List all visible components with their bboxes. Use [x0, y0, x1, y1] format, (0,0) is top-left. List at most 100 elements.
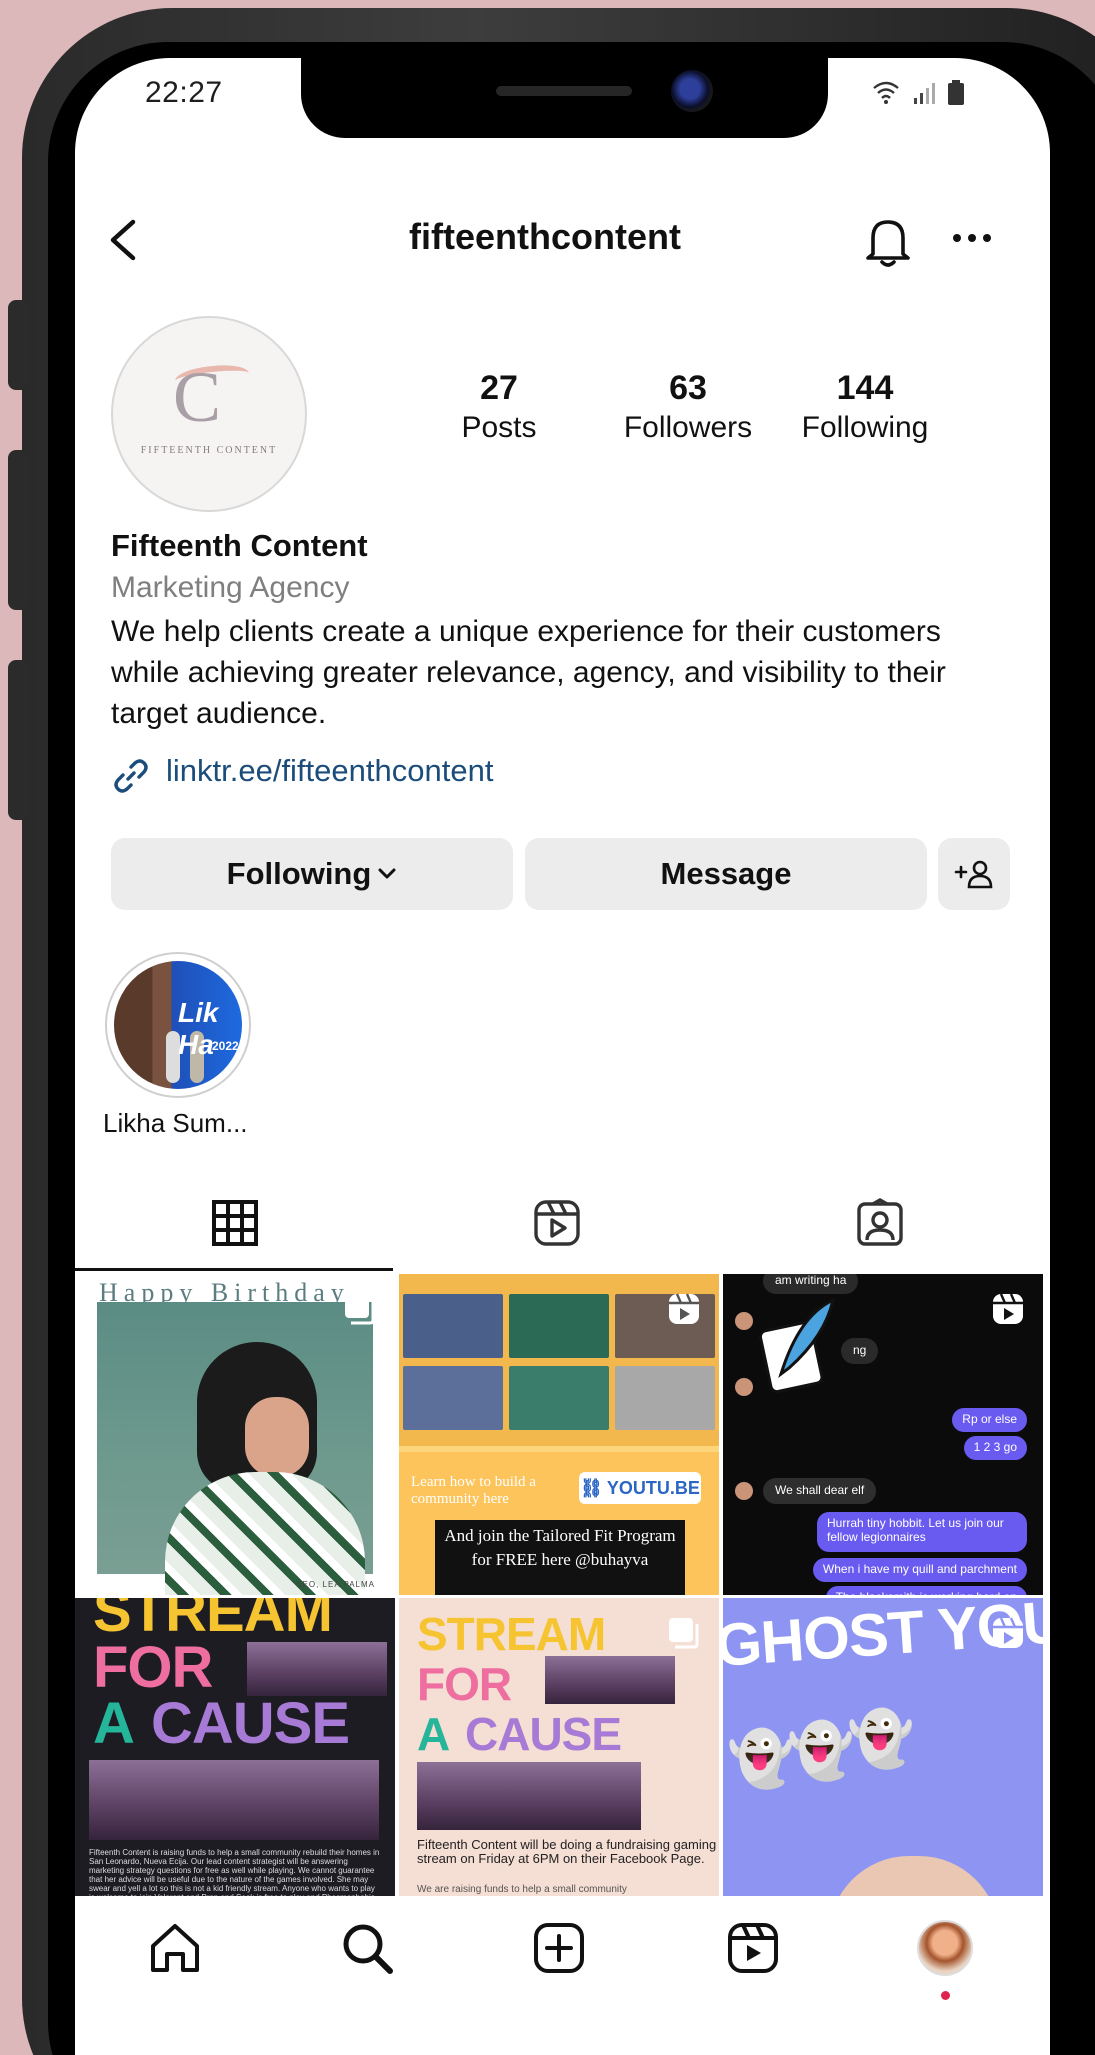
reels-icon[interactable]	[725, 1920, 781, 1976]
following-label: Following	[801, 411, 929, 444]
profile-avatar-tab[interactable]	[917, 1920, 973, 1976]
profile-display-name: Fifteenth Content	[111, 528, 368, 563]
highlight-label: Likha Sum...	[103, 1108, 248, 1138]
reels-icon[interactable]	[532, 1198, 582, 1248]
post-headline-cause: CAUSE	[151, 1691, 350, 1756]
wifi-icon	[873, 81, 899, 99]
phone-volume-down-button	[8, 660, 30, 820]
battery-icon	[948, 80, 964, 105]
post-headline-a: A	[417, 1708, 450, 1760]
post-headline-a: A	[93, 1691, 135, 1756]
back-arrow-icon[interactable]	[105, 218, 141, 262]
following-button[interactable]: Following	[111, 838, 513, 910]
post-tile[interactable]: STREAM FOR A CAUSE Fifteenth Content is …	[75, 1598, 395, 1898]
post-flood-photo	[89, 1760, 379, 1840]
story-highlight-likha[interactable]: Lik Ha 2022	[105, 952, 251, 1098]
search-icon[interactable]	[339, 1920, 395, 1976]
posts-label: Posts	[461, 411, 537, 444]
chevron-down-icon	[378, 868, 396, 879]
notification-bell-icon[interactable]	[863, 214, 913, 268]
post-photo-shirt	[165, 1472, 365, 1595]
youtube-link-text: YOUTU.BE	[606, 1477, 700, 1498]
phone-mute-switch	[8, 300, 30, 390]
post-headline-for: FOR	[93, 1635, 213, 1700]
chat-bubble-received: am writing ha	[763, 1274, 859, 1294]
highlight-cover-image: Lik Ha 2022	[114, 961, 242, 1089]
post-headline-cause: CAUSE	[465, 1708, 622, 1760]
status-time: 22:27	[145, 76, 223, 109]
tagged-icon[interactable]	[855, 1198, 905, 1248]
ghost-emoji-icon: 👻	[787, 1721, 855, 1781]
profile-avatar[interactable]: C FIFTEENTH CONTENT	[111, 316, 307, 512]
suggested-accounts-button[interactable]	[938, 838, 1010, 910]
followers-count: 63	[669, 369, 707, 407]
bottom-navigation	[75, 1896, 1050, 2055]
post-flood-photo	[545, 1656, 675, 1704]
video-participant	[403, 1366, 503, 1430]
post-text-join: And join the Tailored Fit Program for FR…	[435, 1520, 685, 1595]
chat-bubble-received: ng	[841, 1338, 879, 1364]
post-photo-face	[245, 1397, 309, 1477]
post-flood-photo	[247, 1642, 387, 1696]
posts-stat: 27 Posts	[439, 368, 559, 448]
message-button[interactable]: Message	[525, 838, 927, 910]
video-participant	[509, 1294, 609, 1358]
ghost-emoji-icon: 👻	[727, 1729, 795, 1789]
chat-bubble-sent: The blacksmith is working hard on	[825, 1586, 1027, 1595]
phone-notch	[301, 58, 828, 138]
followers-label: Followers	[623, 411, 753, 444]
new-post-icon[interactable]	[531, 1920, 587, 1976]
video-participant	[403, 1294, 503, 1358]
post-tile[interactable]: Happy Birthday SEO, LEA PALMA	[75, 1274, 395, 1595]
profile-website-link[interactable]: linktr.ee/fifteenthcontent	[166, 753, 493, 789]
video-participant	[509, 1366, 609, 1430]
more-options-icon[interactable]	[951, 231, 993, 245]
chat-bubble-received: We shall dear elf	[763, 1478, 877, 1504]
post-tile[interactable]: STREAM FOR A CAUSE Fifteenth Content wil…	[399, 1598, 719, 1898]
profile-bio: We help clients create a unique experien…	[111, 615, 946, 730]
chat-bubble-sent: Rp or else	[952, 1408, 1027, 1432]
quill-sticker-icon	[759, 1297, 836, 1394]
chat-bubble-sent: Hurrah tiny hobbit. Let us join our fell…	[817, 1512, 1027, 1552]
chat-bubble-sent: When i have my quill and parchment	[812, 1558, 1027, 1582]
post-photo	[97, 1302, 373, 1595]
active-tab-indicator	[75, 1268, 393, 1271]
post-body-text-secondary: We are raising funds to help a small com…	[417, 1884, 627, 1895]
chat-avatar	[735, 1312, 753, 1330]
ghost-emoji-icon: 👻	[847, 1709, 915, 1769]
post-caption: SEO, LEA PALMA	[296, 1580, 375, 1589]
carousel-icon	[669, 1618, 699, 1649]
logo-letter: C	[173, 357, 222, 437]
notification-dot	[941, 1991, 950, 2000]
following-stat[interactable]: 144 Following	[790, 368, 940, 448]
post-headline-stream: STREAM	[417, 1608, 606, 1660]
post-body-text: Fifteenth Content will be doing a fundra…	[417, 1837, 717, 1866]
signal-icon	[914, 83, 935, 104]
following-count: 144	[836, 369, 894, 407]
chat-avatar	[735, 1482, 753, 1500]
profile-username-title: fifteenthcontent	[409, 216, 681, 257]
front-camera	[671, 70, 713, 112]
logo-wordmark: FIFTEENTH CONTENT	[140, 445, 278, 456]
instagram-profile-screen: 22:27 fifteenthcontent C FIFTEENTH CONTE…	[75, 58, 1050, 2055]
post-text-learn: Learn how to build a community here	[411, 1474, 536, 1507]
phone-mockup-background: 22:27 fifteenthcontent C FIFTEENTH CONTE…	[0, 0, 1095, 2055]
reel-icon	[993, 1617, 1023, 1648]
post-tile[interactable]: Learn how to build a community here ⛓ YO…	[399, 1274, 719, 1595]
post-tile[interactable]: GHOST YOU 👻 👻 👻	[723, 1598, 1043, 1898]
post-tile[interactable]: am writing ha ng Rp or else 1 2 3 go We …	[723, 1274, 1043, 1595]
chat-avatar	[735, 1378, 753, 1396]
home-icon[interactable]	[147, 1920, 203, 1976]
post-headline-stream: STREAM	[93, 1598, 333, 1644]
followers-stat[interactable]: 63 Followers	[613, 368, 763, 448]
post-face-crop	[829, 1856, 999, 1898]
highlight-sign-year: 2022	[212, 1039, 239, 1053]
add-person-icon	[954, 860, 993, 889]
video-progress-bar	[399, 1446, 719, 1452]
video-participant	[615, 1366, 715, 1430]
post-headline-for: FOR	[417, 1658, 512, 1710]
message-button-label: Message	[660, 856, 792, 891]
earpiece-speaker	[496, 86, 632, 96]
grid-icon[interactable]	[210, 1198, 260, 1248]
reel-icon	[669, 1293, 699, 1324]
